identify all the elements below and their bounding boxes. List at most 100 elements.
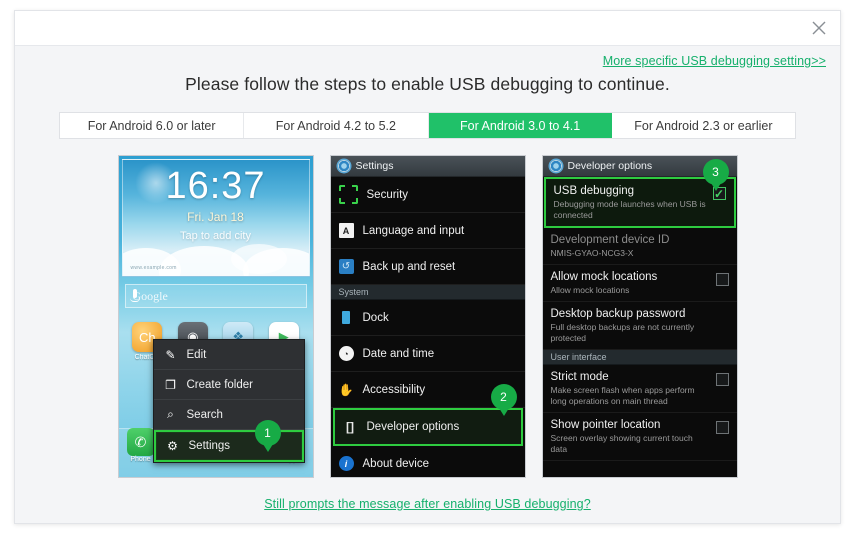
tab-label: For Android 3.0 to 4.1 xyxy=(460,118,581,133)
dev-row-development-device-id: Development device ID NMIS-GYAO-NCG3-X xyxy=(542,228,737,265)
dev-row-title: Development device ID xyxy=(550,234,670,246)
tab-android-6-or-later[interactable]: For Android 6.0 or later xyxy=(60,113,245,138)
microphone-icon[interactable] xyxy=(129,289,140,302)
settings-title-bar: Settings xyxy=(330,156,525,177)
gear-icon xyxy=(337,160,350,172)
language-icon: A xyxy=(338,223,354,238)
dev-row-desktop-backup-password[interactable]: Desktop backup password Full desktop bac… xyxy=(542,302,737,350)
pencil-icon: ✎ xyxy=(165,347,176,362)
context-menu-item-search[interactable]: ⌕ Search xyxy=(153,400,304,430)
dev-row-usb-debugging[interactable]: USB debugging Debugging mode launches wh… xyxy=(543,177,736,228)
dev-row-strict-mode[interactable]: Strict mode Make screen flash when apps … xyxy=(542,365,737,413)
settings-row-developer-options[interactable]: [] Developer options xyxy=(332,408,523,446)
settings-row-dock[interactable]: Dock xyxy=(330,300,525,336)
step-badge-2: 2 xyxy=(490,384,517,416)
settings-row-date-and-time[interactable]: ◔ Date and time xyxy=(330,336,525,372)
android-home-screen: 16:37 Fri. Jan 18 Tap to add city www.ex… xyxy=(118,156,313,477)
allow-mock-locations-checkbox[interactable] xyxy=(715,273,729,286)
tab-android-30-to-41[interactable]: For Android 3.0 to 4.1 xyxy=(428,113,612,138)
context-menu-label: Search xyxy=(186,408,223,421)
dev-row-title: Allow mock locations xyxy=(550,271,658,283)
settings-row-label: Back up and reset xyxy=(362,260,456,273)
step-badge-1: 1 xyxy=(254,420,281,452)
settings-row-label: Date and time xyxy=(362,347,435,360)
dev-row-title: Strict mode xyxy=(550,371,609,383)
settings-row-label: About device xyxy=(362,457,430,470)
strict-mode-checkbox[interactable] xyxy=(715,373,729,386)
bottom-link-row: Still prompts the message after enabling… xyxy=(15,495,840,513)
phone-screenshot-step-1: 16:37 Fri. Jan 18 Tap to add city www.ex… xyxy=(117,155,314,478)
context-menu-label: Create folder xyxy=(186,378,253,391)
search-icon: ⌕ xyxy=(167,407,174,421)
context-menu-label: Settings xyxy=(188,440,231,452)
page-title: Please follow the steps to enable USB de… xyxy=(185,74,670,94)
settings-row-back-up-and-reset[interactable]: ↺ Back up and reset xyxy=(330,249,525,285)
step-badge-3: 3 xyxy=(702,159,729,191)
context-menu-label: Edit xyxy=(186,348,207,361)
lockscreen-clock: 16:37 xyxy=(165,165,266,207)
settings-row-label: Language and input xyxy=(362,224,465,237)
tab-label: For Android 4.2 to 5.2 xyxy=(275,118,396,133)
usb-debugging-dialog: More specific USB debugging setting>> Pl… xyxy=(14,10,841,524)
dev-row-title: Desktop backup password xyxy=(550,308,686,320)
android-settings-screen: Settings Security A Language and input ↺… xyxy=(330,156,525,477)
settings-row-security[interactable]: Security xyxy=(330,177,525,213)
weather-widget: 16:37 Fri. Jan 18 Tap to add city www.ex… xyxy=(121,159,310,277)
step-screenshots: 16:37 Fri. Jan 18 Tap to add city www.ex… xyxy=(15,155,840,478)
dev-row-subtitle: Debugging mode launches when USB is conn… xyxy=(553,199,706,220)
context-menu-item-edit[interactable]: ✎ Edit xyxy=(153,340,304,370)
dev-row-subtitle: Allow mock locations xyxy=(550,285,630,295)
tab-label: For Android 6.0 or later xyxy=(87,118,216,133)
accessibility-hand-icon: ✋ xyxy=(338,382,354,397)
info-icon: i xyxy=(338,456,354,471)
phone-screenshot-step-2: Settings Security A Language and input ↺… xyxy=(329,155,526,478)
close-icon[interactable] xyxy=(806,15,832,41)
dialog-titlebar xyxy=(15,11,840,46)
cloud-shape xyxy=(230,244,287,274)
settings-title: Settings xyxy=(355,160,394,172)
tab-android-42-to-52[interactable]: For Android 4.2 to 5.2 xyxy=(244,113,429,138)
security-icon xyxy=(338,185,358,204)
settings-row-language-and-input[interactable]: A Language and input xyxy=(330,213,525,249)
dev-row-subtitle: Screen overlay showing current touch dat… xyxy=(550,433,693,454)
dock-icon xyxy=(339,310,354,325)
dev-row-subtitle: Full desktop backups are not currently p… xyxy=(550,322,695,343)
context-menu-item-settings[interactable]: ⚙ Settings xyxy=(153,430,304,462)
tap-to-add-city-label[interactable]: Tap to add city xyxy=(123,230,309,242)
tab-label: For Android 2.3 or earlier xyxy=(634,118,773,133)
show-pointer-location-checkbox[interactable] xyxy=(715,421,729,434)
clock-icon: ◔ xyxy=(338,346,354,361)
google-search-bar[interactable]: Google xyxy=(124,284,307,308)
home-context-menu: ✎ Edit ❐ Create folder ⌕ Search ⚙ Settin… xyxy=(152,339,305,463)
settings-row-about-device[interactable]: i About device xyxy=(331,446,525,477)
page-root: More specific USB debugging setting>> Pl… xyxy=(0,0,855,535)
settings-row-label: Dock xyxy=(362,311,389,324)
search-placeholder: Google xyxy=(132,289,168,303)
still-prompts-message-link[interactable]: Still prompts the message after enabling… xyxy=(264,497,591,511)
dev-row-subtitle: Make screen flash when apps perform long… xyxy=(550,385,695,406)
top-link-row: More specific USB debugging setting>> xyxy=(15,46,840,68)
gear-icon xyxy=(549,160,562,172)
settings-row-label: Security xyxy=(366,188,409,201)
dev-row-title: USB debugging xyxy=(553,185,635,197)
developer-options-icon: [] xyxy=(346,420,354,434)
phone-icon: ✆ xyxy=(126,428,155,456)
dev-row-allow-mock-locations[interactable]: Allow mock locations Allow mock location… xyxy=(542,265,737,302)
tab-android-23-or-earlier[interactable]: For Android 2.3 or earlier xyxy=(612,113,795,138)
developer-options-title: Developer options xyxy=(567,160,653,172)
backup-reset-icon: ↺ xyxy=(338,259,354,274)
settings-row-label: Developer options xyxy=(366,421,460,433)
dev-row-title: Show pointer location xyxy=(550,419,661,431)
android-developer-options-screen: Developer options USB debugging Debuggin… xyxy=(542,156,737,477)
watermark-text: www.example.com xyxy=(130,265,177,271)
dev-row-subtitle: NMIS-GYAO-NCG3-X xyxy=(550,248,634,258)
android-version-tabs: For Android 6.0 or later For Android 4.2… xyxy=(59,112,796,139)
phone-screenshot-step-3: Developer options USB debugging Debuggin… xyxy=(541,155,738,478)
gear-icon: ⚙ xyxy=(167,439,178,453)
settings-section-system: System xyxy=(330,285,525,300)
more-specific-usb-debugging-link[interactable]: More specific USB debugging setting>> xyxy=(603,54,826,68)
dev-section-user-interface: User interface xyxy=(542,350,737,365)
settings-row-label: Accessibility xyxy=(362,383,426,396)
dev-row-show-pointer-location[interactable]: Show pointer location Screen overlay sho… xyxy=(542,413,737,461)
context-menu-item-create-folder[interactable]: ❐ Create folder xyxy=(153,370,304,400)
